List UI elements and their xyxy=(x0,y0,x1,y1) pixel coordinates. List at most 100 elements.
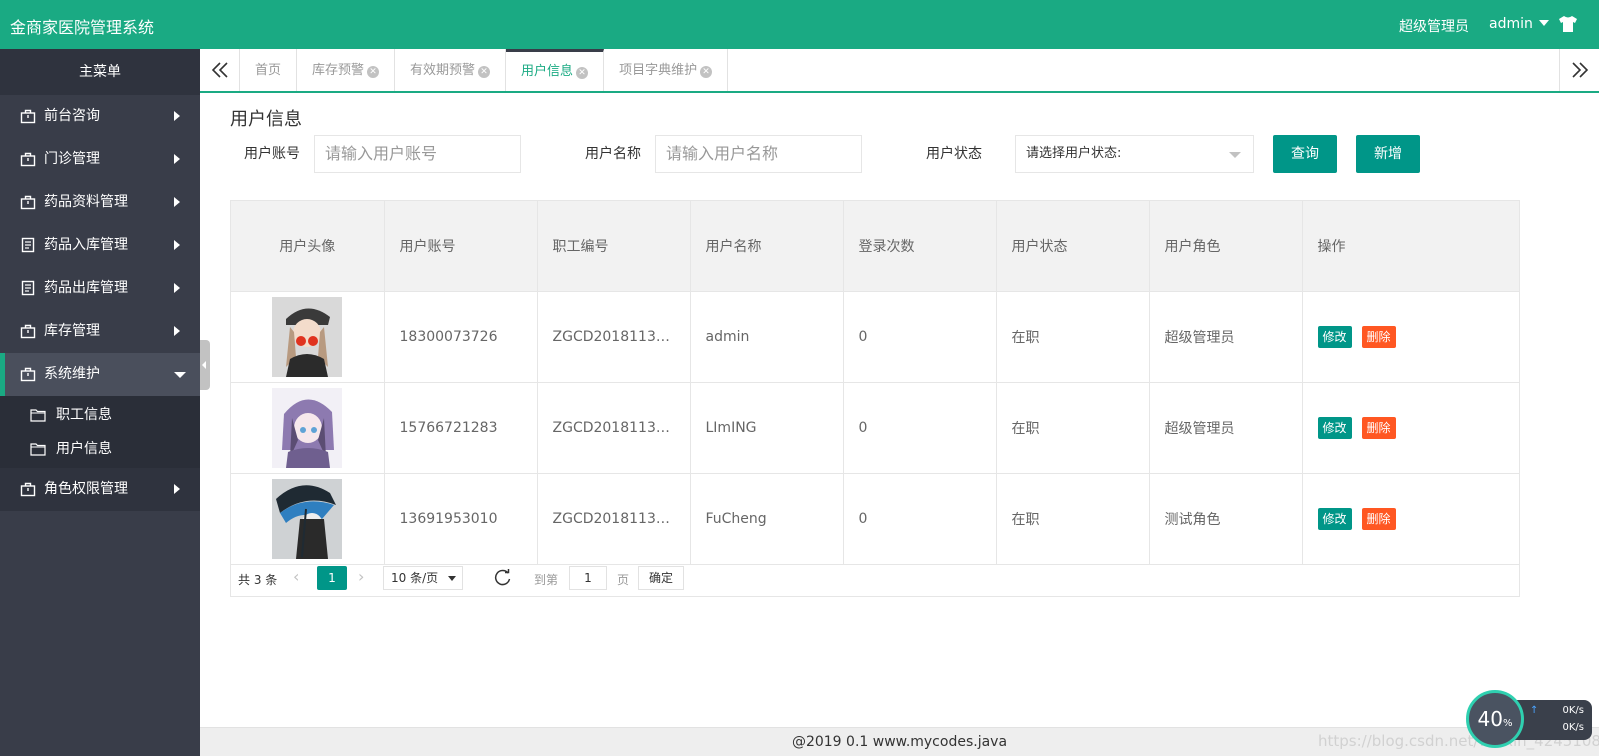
role-cell: 超级管理员 xyxy=(1149,382,1303,474)
status-cell: 在职 xyxy=(996,291,1150,383)
page-title: 用户信息 xyxy=(230,109,302,130)
query-button[interactable]: 查询 xyxy=(1273,135,1337,173)
table-row: 15766721283 ZGCD201811300… LImING 0 在职 超… xyxy=(231,382,1519,474)
sidebar-subitem-label: 职工信息 xyxy=(56,407,112,423)
tab-expiry-alert[interactable]: 有效期预警 ✕ xyxy=(395,49,507,91)
tab-label: 用户信息 xyxy=(521,64,574,79)
app-title: 金商家医院管理系统 xyxy=(10,18,155,37)
caret-down-icon xyxy=(448,576,456,581)
page-size-select[interactable]: 10 条/页 xyxy=(383,566,463,590)
sidebar: 主菜单 前台咨询 门诊管理 药品资料管理 药品入库管理 药品出库管理 库存管理 … xyxy=(0,49,200,756)
status-cell: 在职 xyxy=(996,382,1150,474)
column-header: 用户头像 xyxy=(231,201,385,292)
arrow-up-icon: ↑ xyxy=(1530,705,1539,716)
upload-speed: 0K/s xyxy=(1562,705,1585,716)
prev-page-button[interactable]: ‹ xyxy=(293,567,313,587)
sidebar-item-roles[interactable]: 角色权限管理 xyxy=(0,468,200,511)
role-cell: 测试角色 xyxy=(1149,473,1303,565)
sidebar-item-system[interactable]: 系统维护 xyxy=(0,353,200,396)
briefcase-icon xyxy=(20,195,36,210)
status-select[interactable]: 请选择用户状态: xyxy=(1015,135,1254,173)
chevron-right-icon xyxy=(174,484,180,494)
sidebar-item-drug-inbound[interactable]: 药品入库管理 xyxy=(0,224,200,267)
actions-cell: 修改 删除 xyxy=(1302,382,1519,474)
logins-cell: 0 xyxy=(843,473,997,565)
page-unit-label: 页 xyxy=(617,573,630,587)
chevron-down-icon xyxy=(1229,152,1241,158)
sidebar-item-inventory[interactable]: 库存管理 xyxy=(0,310,200,353)
sidebar-item-label: 门诊管理 xyxy=(44,151,100,167)
account-cell: 13691953010 xyxy=(384,473,538,565)
next-page-button[interactable]: › xyxy=(358,567,364,586)
sidebar-item-outpatient[interactable]: 门诊管理 xyxy=(0,138,200,181)
staff-no-cell: ZGCD201811300… xyxy=(537,291,691,383)
chevron-right-icon xyxy=(174,154,180,164)
column-header: 登录次数 xyxy=(843,201,997,292)
close-icon[interactable]: ✕ xyxy=(478,66,491,78)
staff-no: ZGCD201811300… xyxy=(552,510,678,527)
name-input[interactable]: 请输入用户名称 xyxy=(655,135,862,173)
delete-button[interactable]: 删除 xyxy=(1361,507,1396,530)
usage-unit: % xyxy=(1502,718,1513,729)
sidebar-item-front-desk[interactable]: 前台咨询 xyxy=(0,95,200,138)
status-cell: 在职 xyxy=(996,473,1150,565)
tab-label: 项目字典维护 xyxy=(619,63,698,78)
username: admin xyxy=(1489,16,1533,32)
tab-scroll-left-button[interactable] xyxy=(200,49,240,91)
tab-list: 首页 库存预警 ✕ 有效期预警 ✕ 用户信息 ✕ 项目字典维护 ✕ xyxy=(240,49,729,91)
refresh-icon[interactable] xyxy=(493,568,513,588)
account-input[interactable]: 请输入用户账号 xyxy=(314,135,521,173)
briefcase-icon xyxy=(20,367,36,382)
close-icon[interactable]: ✕ xyxy=(700,66,713,78)
avatar-cell xyxy=(231,473,385,565)
close-icon[interactable]: ✕ xyxy=(576,67,589,79)
delete-button[interactable]: 删除 xyxy=(1361,325,1396,348)
chevron-right-icon xyxy=(174,326,180,336)
total-count: 共 3 条 xyxy=(238,573,278,587)
status-label: 用户状态 xyxy=(926,146,982,162)
user-menu[interactable]: admin xyxy=(1489,16,1549,32)
network-speed-widget[interactable]: ↑ 0K/s 0K/s 40% xyxy=(1466,690,1594,748)
role-cell: 超级管理员 xyxy=(1149,291,1303,383)
goto-label: 到第 xyxy=(534,573,559,587)
sidebar-item-drug-outbound[interactable]: 药品出库管理 xyxy=(0,267,200,310)
avatar xyxy=(272,296,343,377)
add-button[interactable]: 新增 xyxy=(1356,135,1420,173)
delete-button[interactable]: 删除 xyxy=(1361,416,1396,439)
sidebar-subitem-staff[interactable]: 职工信息 xyxy=(0,398,200,432)
column-header: 用户账号 xyxy=(384,201,538,292)
main-content: 用户信息 用户账号 请输入用户账号 用户名称 请输入用户名称 用户状态 请选择用… xyxy=(200,93,1599,727)
avatar-cell xyxy=(231,382,385,474)
document-icon xyxy=(21,280,35,296)
folder-icon xyxy=(30,409,46,422)
sidebar-item-label: 库存管理 xyxy=(44,323,100,339)
tab-scroll-right-button[interactable] xyxy=(1559,49,1599,91)
table-header-row: 用户头像 用户账号 职工编号 用户名称 登录次数 用户状态 用户角色 操作 xyxy=(231,201,1519,292)
sidebar-item-label: 系统维护 xyxy=(44,366,100,382)
edit-button[interactable]: 修改 xyxy=(1317,416,1352,439)
goto-confirm-button[interactable]: 确定 xyxy=(638,566,684,590)
tab-user-info[interactable]: 用户信息 ✕ xyxy=(506,49,605,91)
column-header: 用户名称 xyxy=(690,201,844,292)
goto-page-input[interactable]: 1 xyxy=(569,566,607,590)
chevron-right-icon xyxy=(174,111,180,121)
account-cell: 15766721283 xyxy=(384,382,538,474)
status-select-value: 请选择用户状态: xyxy=(1026,146,1122,161)
sidebar-item-label: 角色权限管理 xyxy=(44,481,128,497)
close-icon[interactable]: ✕ xyxy=(367,66,380,78)
chevron-down-icon xyxy=(174,372,186,378)
tab-stock-alert[interactable]: 库存预警 ✕ xyxy=(297,49,396,91)
table-row: 18300073726 ZGCD201811300… admin 0 在职 超级… xyxy=(231,291,1519,383)
sidebar-item-drug-data[interactable]: 药品资料管理 xyxy=(0,181,200,224)
tab-dictionary[interactable]: 项目字典维护 ✕ xyxy=(604,49,729,91)
current-page-button[interactable]: 1 xyxy=(317,566,347,590)
edit-button[interactable]: 修改 xyxy=(1317,507,1352,530)
sidebar-subitem-users[interactable]: 用户信息 xyxy=(0,432,200,466)
column-header: 用户状态 xyxy=(996,201,1150,292)
name-cell: admin xyxy=(690,291,844,383)
tab-label: 有效期预警 xyxy=(410,63,476,78)
tab-home[interactable]: 首页 xyxy=(240,49,298,91)
edit-button[interactable]: 修改 xyxy=(1317,325,1352,348)
briefcase-icon xyxy=(20,152,36,167)
tshirt-icon[interactable] xyxy=(1557,14,1579,34)
